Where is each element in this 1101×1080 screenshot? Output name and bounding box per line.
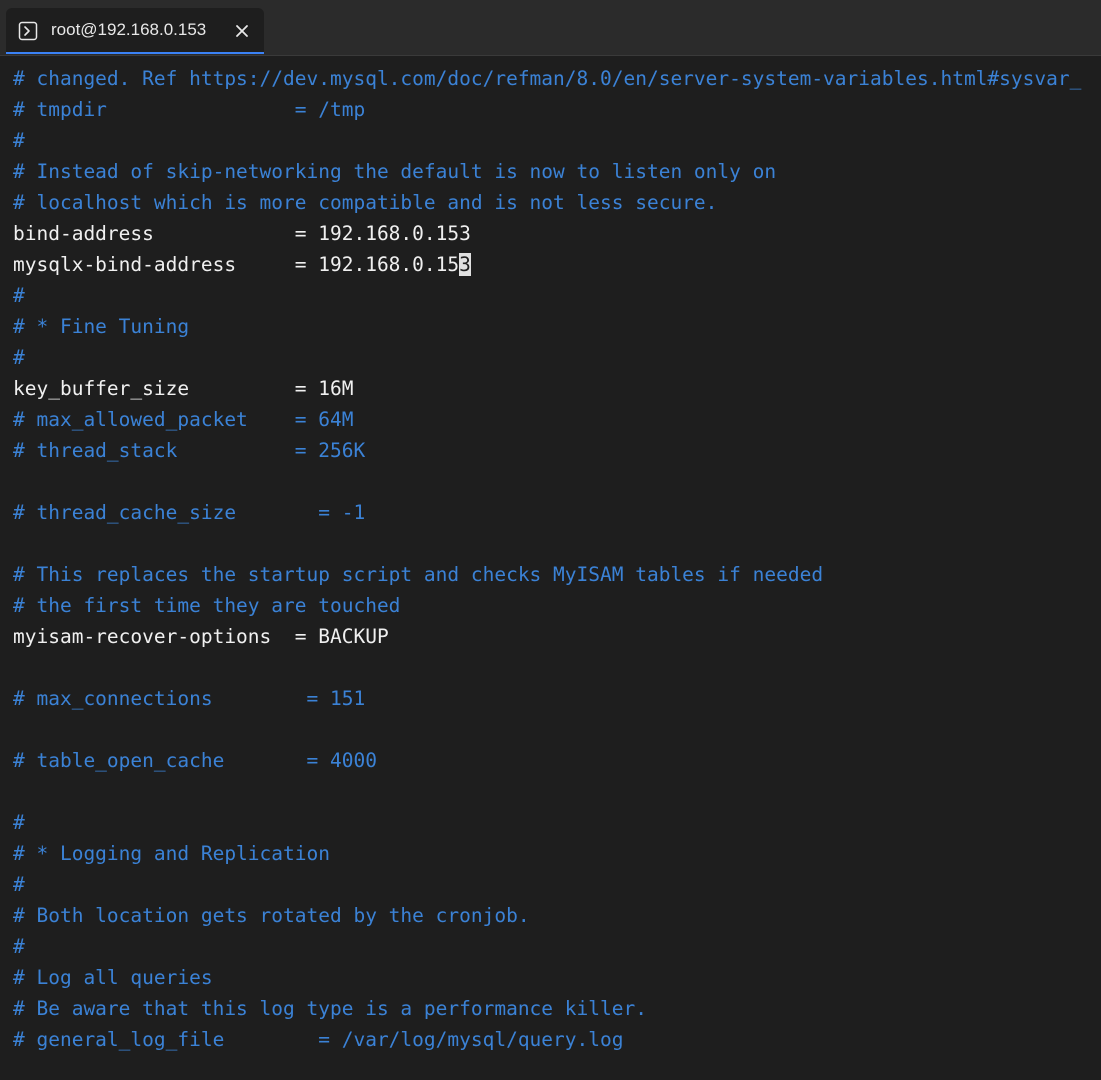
line-text: # This replaces the startup script and c… [13, 563, 824, 586]
comment-line: # tmpdir = /tmp [13, 94, 365, 125]
line-text: # [13, 346, 25, 369]
line-text: # Be aware that this log type is a perfo… [13, 997, 647, 1020]
comment-line: # Be aware that this log type is a perfo… [13, 993, 647, 1024]
line-text: mysqlx-bind-address = 192.168.0.15 [13, 253, 460, 276]
line-text: # Instead of skip-networking the default… [13, 160, 777, 183]
comment-line: # This replaces the startup script and c… [13, 559, 823, 590]
line-text: # Both location gets rotated by the cron… [13, 904, 530, 927]
comment-line: # * Logging and Replication [13, 838, 330, 869]
line-text: # the first time they are touched [13, 594, 401, 617]
line-text: # [13, 873, 25, 896]
comment-line: # Both location gets rotated by the cron… [13, 900, 530, 931]
comment-line: # changed. Ref https://dev.mysql.com/doc… [13, 63, 1081, 94]
line-text: # general_log_file = /var/log/mysql/quer… [13, 1028, 624, 1051]
config-line: myisam-recover-options = BACKUP [13, 621, 389, 652]
terminal-icon [18, 21, 38, 41]
comment-line: # Instead of skip-networking the default… [13, 156, 776, 187]
line-text: # changed. Ref https://dev.mysql.com/doc… [13, 67, 1082, 90]
line-text: # * Logging and Replication [13, 842, 330, 865]
comment-line: # [13, 280, 25, 311]
tab-title: root@192.168.0.153 [51, 20, 207, 39]
comment-line: # [13, 931, 25, 962]
text-cursor: 3 [459, 253, 471, 276]
line-text: # table_open_cache = 4000 [13, 749, 377, 772]
comment-line: # max_connections = 151 [13, 683, 365, 714]
comment-line: # thread_stack = 256K [13, 435, 365, 466]
config-line: mysqlx-bind-address = 192.168.0.153 [13, 249, 471, 280]
line-text: # Log all queries [13, 966, 213, 989]
tab-bar: root@192.168.0.153 [0, 0, 1101, 56]
config-line: key_buffer_size = 16M [13, 373, 353, 404]
line-text: key_buffer_size = 16M [13, 377, 354, 400]
comment-line: # max_allowed_packet = 64M [13, 404, 353, 435]
comment-line: # [13, 342, 25, 373]
config-line: bind-address = 192.168.0.153 [13, 218, 471, 249]
line-text: bind-address = 192.168.0.153 [13, 222, 471, 245]
comment-line: # [13, 869, 25, 900]
comment-line: # thread_cache_size = -1 [13, 497, 365, 528]
terminal-output[interactable]: # changed. Ref https://dev.mysql.com/doc… [0, 56, 1101, 1080]
terminal-tab[interactable]: root@192.168.0.153 [6, 8, 264, 54]
comment-line: # [13, 807, 25, 838]
line-text: # [13, 935, 25, 958]
line-text: # tmpdir = /tmp [13, 98, 366, 121]
line-text: # max_allowed_packet = 64M [13, 408, 354, 431]
line-text: # [13, 811, 25, 834]
line-text: myisam-recover-options = BACKUP [13, 625, 389, 648]
comment-line: # [13, 125, 25, 156]
line-text: # [13, 284, 25, 307]
line-text: # * Fine Tuning [13, 315, 190, 338]
line-text: # thread_stack = 256K [13, 439, 366, 462]
line-text: # localhost which is more compatible and… [13, 191, 718, 214]
comment-line: # table_open_cache = 4000 [13, 745, 377, 776]
close-icon[interactable] [233, 22, 251, 40]
comment-line: # Log all queries [13, 962, 213, 993]
comment-line: # general_log_file = /var/log/mysql/quer… [13, 1024, 623, 1055]
comment-line: # the first time they are touched [13, 590, 400, 621]
comment-line: # localhost which is more compatible and… [13, 187, 717, 218]
line-text: # max_connections = 151 [13, 687, 366, 710]
comment-line: # * Fine Tuning [13, 311, 189, 342]
line-text: # thread_cache_size = -1 [13, 501, 366, 524]
line-text: # [13, 129, 25, 152]
